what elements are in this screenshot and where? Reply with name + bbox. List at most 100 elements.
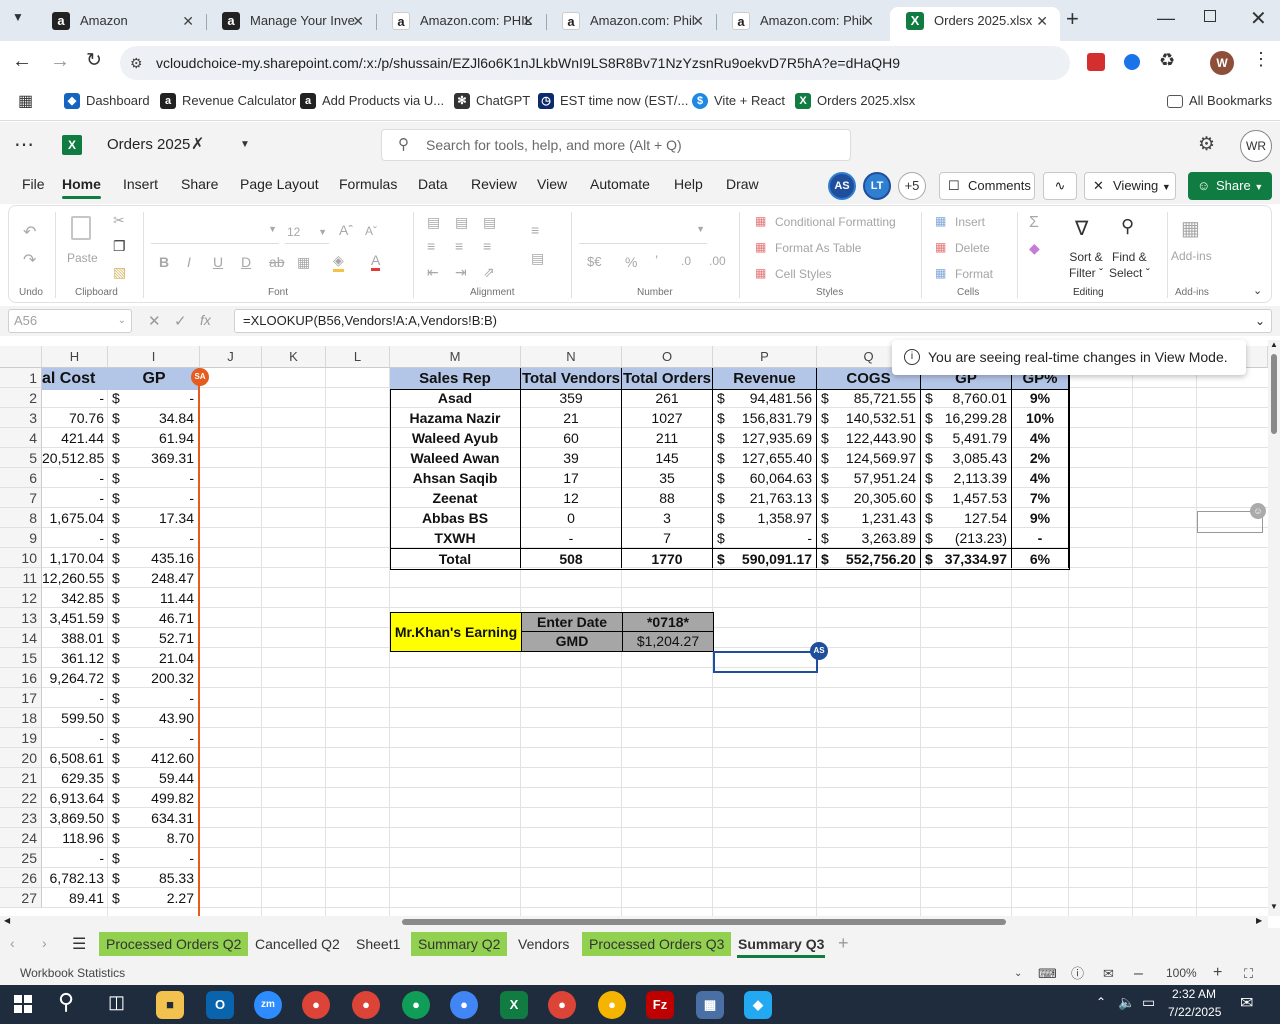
ribbon-collapse-chevron-icon[interactable]: ⌄ <box>1253 284 1262 297</box>
sales-rep-name[interactable]: Hazama Nazir <box>390 408 521 428</box>
cell-h25[interactable]: - <box>42 848 108 868</box>
cell-i26[interactable]: 85.33 <box>124 868 198 888</box>
cell-h20[interactable]: 6,508.61 <box>42 748 108 768</box>
apps-grid-icon[interactable]: ▦ <box>18 91 33 111</box>
minimize-icon[interactable]: — <box>1157 8 1175 29</box>
windows-start-icon[interactable] <box>14 995 32 1013</box>
cell-h16[interactable]: 9,264.72 <box>42 668 108 688</box>
summary-cell[interactable]: (213.23) <box>935 528 1012 548</box>
tab-share[interactable]: Share <box>181 176 218 192</box>
cell-i3[interactable]: 34.84 <box>124 408 198 428</box>
clear-icon[interactable]: ◆ <box>1029 240 1040 257</box>
summary-cell[interactable]: 1,231.43 <box>831 508 921 528</box>
share-button[interactable]: ☺ Share ▼ <box>1188 172 1272 200</box>
column-header-h[interactable]: H <box>42 346 108 368</box>
zoom-out-icon[interactable]: – <box>1134 962 1143 985</box>
summary-cell[interactable]: 35 <box>622 468 713 488</box>
sales-rep-name[interactable]: Waleed Awan <box>390 448 521 468</box>
all-bookmarks[interactable]: All Bookmarks <box>1167 91 1272 111</box>
font-family-select[interactable]: ▼ <box>151 220 279 244</box>
increase-font-icon[interactable]: Aˆ <box>339 222 353 238</box>
cell-h8[interactable]: 1,675.04 <box>42 508 108 528</box>
percent-icon[interactable]: % <box>625 254 637 270</box>
row-header-9[interactable]: 9 <box>0 528 42 548</box>
chrome-profile-5-icon[interactable]: ● <box>548 991 576 1019</box>
sheet-tab-summary-q3[interactable]: Summary Q3 <box>731 932 831 958</box>
notification-icon[interactable]: ✉ <box>1240 993 1253 1013</box>
name-box[interactable]: A56 ⌄ <box>8 309 132 333</box>
row-header-4[interactable]: 4 <box>0 428 42 448</box>
sort-filter-icon[interactable]: ∇ <box>1075 216 1088 241</box>
sales-rep-name[interactable]: Abbas BS <box>390 508 521 528</box>
cell-i19[interactable]: - <box>124 728 198 748</box>
summary-cell[interactable]: 0 <box>521 508 622 528</box>
increase-indent-icon[interactable]: ⇥ <box>455 264 467 281</box>
zoom-icon[interactable]: zm <box>254 991 282 1019</box>
viewing-mode-button[interactable]: ✕ Viewing ▼ <box>1084 172 1176 200</box>
tray-chevron-icon[interactable]: ⌃ <box>1096 995 1106 1009</box>
redo-icon[interactable]: ↷ <box>23 250 36 270</box>
cell-i11[interactable]: 248.47 <box>124 568 198 588</box>
horizontal-scrollbar[interactable]: ◀ ▶ <box>0 916 1268 928</box>
search-input[interactable]: ⚲ Search for tools, help, and more (Alt … <box>381 129 851 161</box>
sort-filter-label[interactable]: Sort & Filter ˇ <box>1069 249 1103 281</box>
summary-cell[interactable]: - <box>521 528 622 548</box>
summary-cell[interactable]: 2,113.39 <box>935 468 1012 488</box>
cell-i21[interactable]: 59.44 <box>124 768 198 788</box>
cell-styles-button[interactable]: Cell Styles <box>775 267 832 281</box>
more-collaborators[interactable]: +5 <box>898 172 926 200</box>
cell-h6[interactable]: - <box>42 468 108 488</box>
cell-i27[interactable]: 2.27 <box>124 888 198 908</box>
copy-icon[interactable]: ❐ <box>113 238 126 255</box>
help-icon[interactable]: ⓘ <box>1071 962 1084 985</box>
delete-cells-button[interactable]: Delete <box>955 241 990 255</box>
summary-cell[interactable]: 140,532.51 <box>831 408 921 428</box>
comments-button[interactable]: ☐ Comments <box>939 172 1035 200</box>
calculator-icon[interactable]: ▦ <box>696 991 724 1019</box>
bookmark-est-time[interactable]: ◷ EST time now (EST/... <box>538 91 688 111</box>
tab-close-icon[interactable]: ✕ <box>862 7 874 35</box>
summary-cell[interactable]: 1027 <box>622 408 713 428</box>
row-header-13[interactable]: 13 <box>0 608 42 628</box>
row-header-19[interactable]: 19 <box>0 728 42 748</box>
row-header-1[interactable]: 1 <box>0 368 42 388</box>
sales-rep-name[interactable]: Zeenat <box>390 488 521 508</box>
row-header-14[interactable]: 14 <box>0 628 42 648</box>
bookmark-dashboard[interactable]: ◆ Dashboard <box>64 91 150 111</box>
summary-cell[interactable]: 145 <box>622 448 713 468</box>
align-top-icon[interactable]: ▤ <box>427 214 440 231</box>
row-header-26[interactable]: 26 <box>0 868 42 888</box>
chrome-profile-3-icon[interactable]: ● <box>402 991 430 1019</box>
decrease-decimal-icon[interactable]: .00 <box>709 254 726 268</box>
browser-tab-6[interactable]: X Orders 2025.xlsx ✕ <box>890 7 1060 41</box>
cell-h2[interactable]: - <box>42 388 108 408</box>
back-arrow-icon[interactable]: ← <box>12 50 32 73</box>
cell-i15[interactable]: 21.04 <box>124 648 198 668</box>
format-painter-icon[interactable]: ▧ <box>113 264 126 281</box>
horizontal-scroll-thumb[interactable] <box>402 919 1006 925</box>
summary-cell[interactable]: 9% <box>1012 388 1069 408</box>
summary-cell[interactable]: 552,756.20 <box>831 548 921 568</box>
sheet-tab-sheet1[interactable]: Sheet1 <box>349 932 407 956</box>
vertical-scrollbar[interactable]: ▲ ▼ <box>1268 340 1280 916</box>
row-header-23[interactable]: 23 <box>0 808 42 828</box>
summary-cell[interactable]: 1,457.53 <box>935 488 1012 508</box>
number-format-select[interactable]: ▼ <box>579 220 707 244</box>
chrome-profile-4-icon[interactable]: ● <box>450 991 478 1019</box>
cell-i17[interactable]: - <box>124 688 198 708</box>
column-header-i[interactable]: I <box>108 346 200 368</box>
summary-cell[interactable]: 6% <box>1012 548 1069 568</box>
italic-icon[interactable]: I <box>187 254 191 270</box>
bookmark-revenue-calculator[interactable]: a Revenue Calculator <box>160 91 296 111</box>
tab-view[interactable]: View <box>537 176 567 192</box>
tab-review[interactable]: Review <box>471 176 517 192</box>
cell-i25[interactable]: - <box>124 848 198 868</box>
paste-icon[interactable] <box>71 216 91 240</box>
collaborator-avatar-as[interactable]: AS <box>828 172 856 200</box>
enter-date-value[interactable]: *0718* <box>622 612 714 632</box>
column-header-p[interactable]: P <box>713 346 817 368</box>
cell-i23[interactable]: 634.31 <box>124 808 198 828</box>
undo-icon[interactable]: ↶ <box>23 222 36 242</box>
summary-cell[interactable]: 8,760.01 <box>935 388 1012 408</box>
summary-cell[interactable]: 39 <box>521 448 622 468</box>
